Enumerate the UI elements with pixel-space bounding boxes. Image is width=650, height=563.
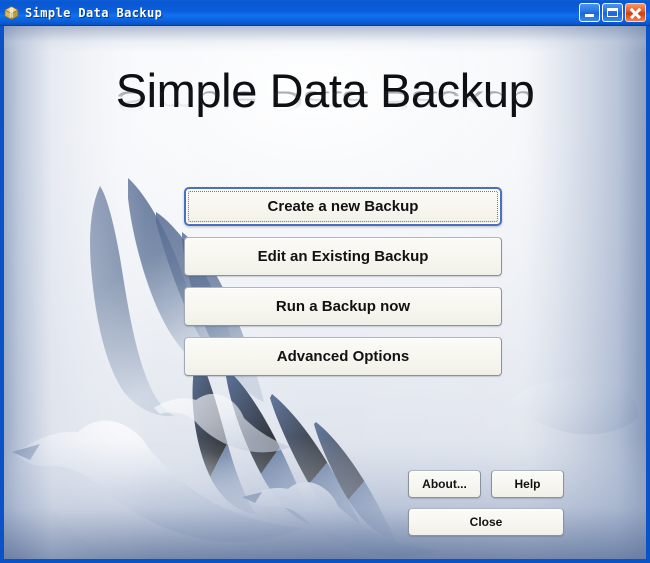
about-button[interactable]: About...: [408, 470, 481, 498]
backup-archive-icon: [3, 5, 20, 21]
minimize-button[interactable]: [579, 3, 600, 22]
content-canvas: Simple Data Backup Simple Data Backup Cr…: [4, 26, 646, 559]
title-bar: Simple Data Backup: [0, 0, 650, 26]
window-title: Simple Data Backup: [25, 5, 163, 20]
window-client-area: Simple Data Backup Simple Data Backup Cr…: [0, 26, 650, 563]
close-window-button[interactable]: [625, 3, 646, 22]
maximize-button[interactable]: [602, 3, 623, 22]
edit-existing-backup-button[interactable]: Edit an Existing Backup: [184, 237, 502, 276]
application-window: Simple Data Backup Simple Data Backup Si…: [0, 0, 650, 563]
main-menu: Create a new Backup Edit an Existing Bac…: [184, 187, 502, 387]
footer-button-group: About... Help Close: [408, 470, 564, 536]
run-backup-now-button[interactable]: Run a Backup now: [184, 287, 502, 326]
window-controls: [579, 3, 646, 22]
help-button[interactable]: Help: [491, 470, 564, 498]
advanced-options-button[interactable]: Advanced Options: [184, 337, 502, 376]
create-new-backup-button[interactable]: Create a new Backup: [184, 187, 502, 226]
close-button[interactable]: Close: [408, 508, 564, 536]
footer-top-row: About... Help: [408, 470, 564, 498]
